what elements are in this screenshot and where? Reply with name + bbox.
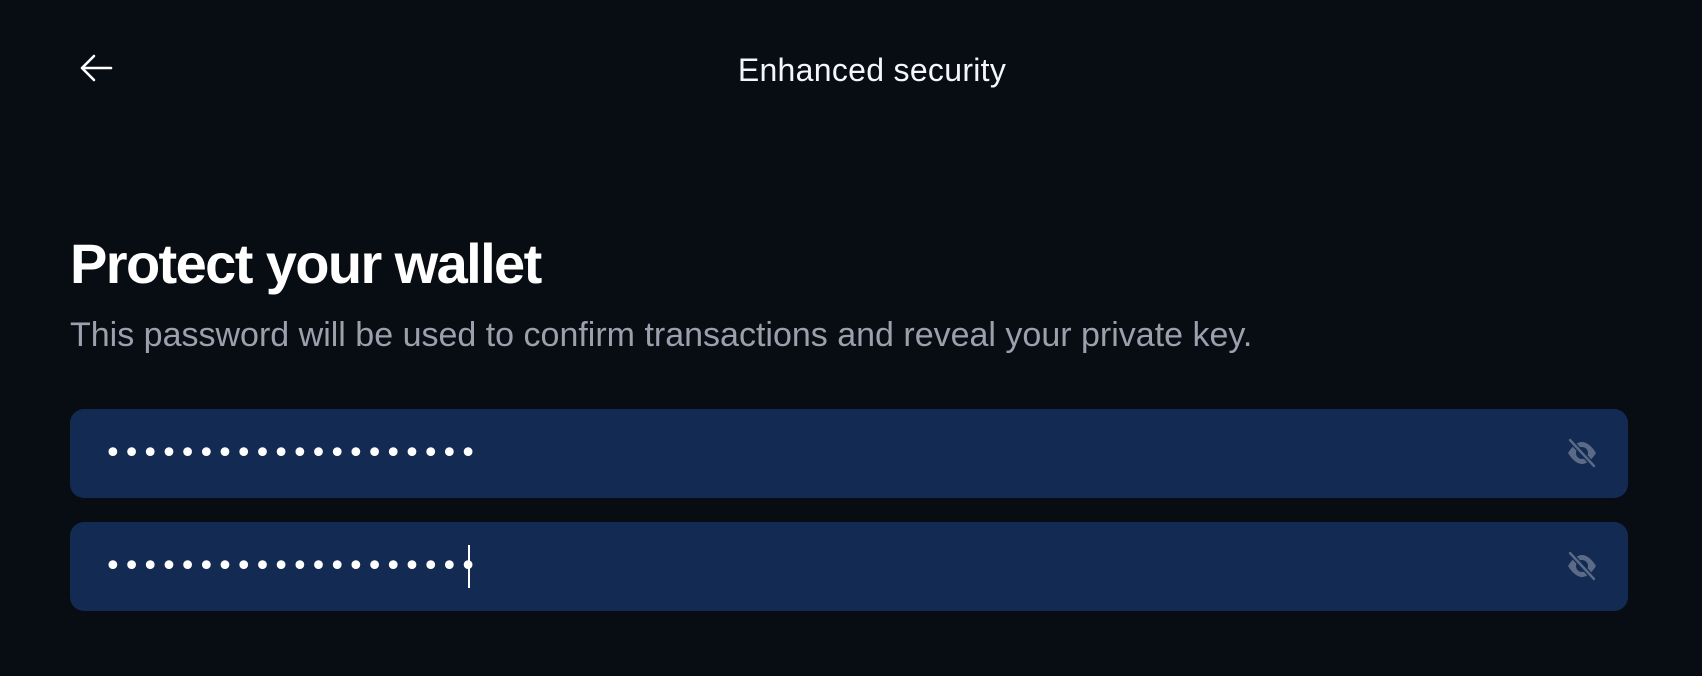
page-header-title: Enhanced security bbox=[737, 52, 1007, 88]
text-cursor bbox=[468, 545, 470, 588]
eye-off-icon bbox=[1567, 550, 1597, 582]
confirm-password-field[interactable] bbox=[70, 522, 1628, 611]
password-input[interactable] bbox=[104, 409, 1504, 498]
password-field[interactable] bbox=[70, 409, 1628, 498]
main-content: Protect your wallet This password will b… bbox=[70, 230, 1630, 357]
page-subtitle: This password will be used to confirm tr… bbox=[70, 316, 1253, 354]
confirm-password-input[interactable] bbox=[104, 522, 1504, 611]
eye-off-icon bbox=[1567, 437, 1597, 469]
show-password-toggle[interactable] bbox=[1562, 433, 1602, 473]
top-bar: Enhanced security bbox=[0, 0, 1702, 146]
page-title: Protect your wallet bbox=[70, 232, 542, 295]
show-confirm-password-toggle[interactable] bbox=[1562, 546, 1602, 586]
